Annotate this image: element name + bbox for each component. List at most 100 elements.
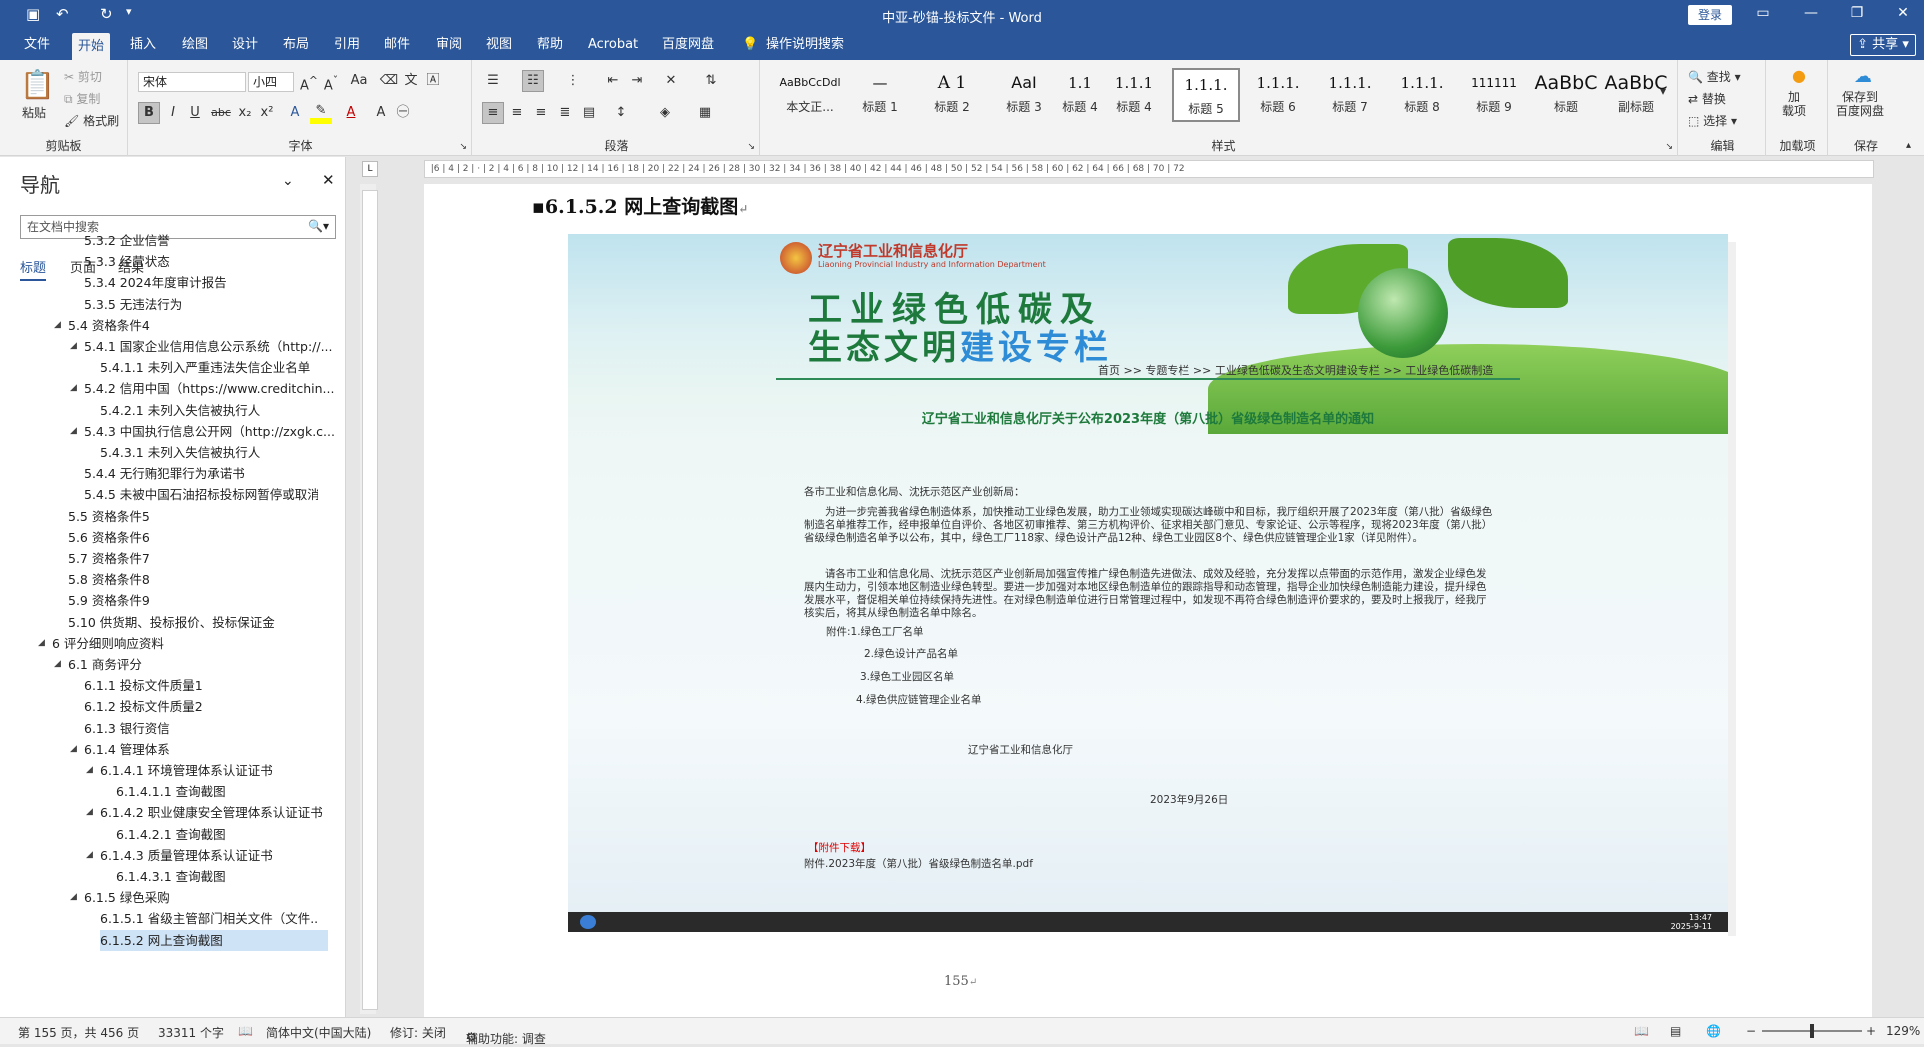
- nav-heading-item[interactable]: 5.6 资格条件6: [68, 527, 318, 548]
- char-border-icon[interactable]: 🄰: [422, 70, 444, 92]
- nav-heading-item[interactable]: 6.1.2 投标文件质量2: [84, 696, 318, 717]
- line-spacing-icon[interactable]: ↕: [610, 102, 632, 124]
- print-layout-icon[interactable]: ▤: [1670, 1024, 1681, 1038]
- tab-file[interactable]: 文件: [18, 30, 56, 60]
- tab-mailings[interactable]: 邮件: [378, 30, 416, 60]
- highlighter-icon[interactable]: ✎: [310, 100, 332, 122]
- nav-heading-item[interactable]: 6.1.5.2 网上查询截图: [100, 929, 328, 951]
- tab-home[interactable]: 开始: [72, 33, 111, 60]
- nav-heading-item[interactable]: ◢ 5.4.2 信用中国（https://www.creditchin...: [70, 378, 334, 399]
- shrink-font-icon[interactable]: Aˇ: [320, 70, 342, 93]
- font-color-icon[interactable]: A: [340, 102, 362, 124]
- nav-heading-item[interactable]: 5.5 资格条件5: [68, 506, 318, 527]
- paste-icon[interactable]: 📋: [20, 68, 55, 101]
- tab-selector-icon[interactable]: L: [362, 161, 378, 177]
- tab-design[interactable]: 设计: [226, 30, 264, 60]
- horizontal-ruler[interactable]: |6 | 4 | 2 | · | 2 | 4 | 6 | 8 | 10 | 12…: [424, 160, 1874, 178]
- nav-heading-item[interactable]: 5.3.5 无违法行为: [84, 294, 318, 315]
- nav-heading-item[interactable]: 6.1.4.2.1 查询截图: [116, 824, 318, 845]
- collapse-ribbon-icon[interactable]: ▴: [1906, 140, 1911, 151]
- phonetic-guide-icon[interactable]: 文: [400, 70, 422, 92]
- increase-indent-icon[interactable]: ⇥: [626, 70, 648, 92]
- style-heading-3[interactable]: AaI 标题 3: [990, 68, 1058, 122]
- collapse-triangle-icon[interactable]: ◢: [86, 845, 93, 866]
- addins-icon[interactable]: ●: [1792, 66, 1806, 85]
- addins-button[interactable]: 加 载项: [1782, 90, 1806, 118]
- decrease-indent-icon[interactable]: ⇤: [602, 70, 624, 92]
- change-case-icon[interactable]: Aa: [348, 70, 370, 92]
- copy-button[interactable]: ⧉ 复制: [64, 90, 100, 107]
- style-heading-7[interactable]: 1.1.1. 标题 7: [1316, 68, 1384, 122]
- style-heading-9[interactable]: 111111 标题 9: [1460, 68, 1528, 122]
- align-left-icon[interactable]: ≡: [482, 102, 504, 124]
- nav-heading-item[interactable]: ◢ 6.1.4 管理体系: [70, 739, 318, 760]
- justify-icon[interactable]: ≣: [554, 102, 576, 124]
- style-heading-4[interactable]: 1.1.1 标题 4: [1100, 68, 1168, 122]
- save-to-baidu-button[interactable]: 保存到 百度网盘: [1836, 90, 1884, 118]
- cut-button[interactable]: ✂ 剪切: [64, 68, 102, 85]
- baidu-cloud-icon[interactable]: ☁: [1854, 66, 1872, 87]
- nav-heading-item[interactable]: 5.3.2 企业信誉: [84, 230, 318, 251]
- nav-options-icon[interactable]: ⌄: [282, 173, 294, 189]
- paste-button[interactable]: 粘贴: [22, 104, 46, 121]
- nav-tab-headings[interactable]: 标题: [20, 257, 47, 281]
- nav-heading-item[interactable]: 5.7 资格条件7: [68, 548, 318, 569]
- italic-icon[interactable]: I: [162, 102, 184, 124]
- style-heading-8[interactable]: 1.1.1. 标题 8: [1388, 68, 1456, 122]
- text-effects-icon[interactable]: A: [284, 102, 306, 124]
- tab-draw[interactable]: 绘图: [176, 30, 214, 60]
- tab-acrobat[interactable]: Acrobat: [582, 30, 644, 60]
- multilevel-list-icon[interactable]: ⋮: [562, 70, 584, 92]
- document-page[interactable]: ▪6.1.5.2 网上查询截图↵ 辽宁省工业和信息化厅 Liaoning Pro…: [424, 184, 1872, 1017]
- nav-heading-item[interactable]: ◢ 6.1.4.2 职业健康安全管理体系认证证书: [86, 802, 323, 823]
- doc-heading[interactable]: ▪6.1.5.2 网上查询截图↵: [532, 192, 748, 219]
- word-count[interactable]: 33311 个字: [158, 1024, 224, 1041]
- collapse-triangle-icon[interactable]: ◢: [54, 654, 61, 675]
- tell-me-search[interactable]: 操作说明搜索: [760, 30, 850, 60]
- close-window-icon[interactable]: ✕: [1888, 5, 1918, 21]
- embedded-screenshot[interactable]: 辽宁省工业和信息化厅 Liaoning Provincial Industry …: [568, 234, 1728, 932]
- nav-heading-item[interactable]: ◢ 6.1.4.1 环境管理体系认证证书: [86, 760, 318, 781]
- zoom-level[interactable]: 129%: [1886, 1024, 1920, 1038]
- nav-heading-item[interactable]: 6.1.5.1 省级主管部门相关文件（文件...: [100, 908, 318, 929]
- read-mode-icon[interactable]: 📖: [1634, 1024, 1649, 1038]
- nav-heading-item[interactable]: 6.1.1 投标文件质量1: [84, 675, 318, 696]
- font-size-combo[interactable]: 小四: [248, 72, 294, 92]
- nav-heading-item[interactable]: ◢ 5.4.1 国家企业信用信息公示系统（http://...: [70, 336, 333, 357]
- distributed-icon[interactable]: ▤: [578, 102, 600, 124]
- page-count[interactable]: 第 155 页，共 456 页: [18, 1024, 139, 1041]
- style-title[interactable]: AaBbC 标题: [1532, 68, 1600, 122]
- nav-heading-item[interactable]: 5.4.3.1 未列入失信被执行人: [100, 442, 318, 463]
- enclose-char-icon[interactable]: ㊀: [392, 102, 414, 124]
- collapse-triangle-icon[interactable]: ◢: [70, 336, 77, 357]
- proofing-icon[interactable]: 📖: [238, 1024, 253, 1038]
- nav-heading-item[interactable]: ◢ 6.1 商务评分: [54, 654, 318, 675]
- collapse-triangle-icon[interactable]: ◢: [70, 887, 77, 908]
- ribbon-display-icon[interactable]: ▭: [1748, 5, 1778, 21]
- sort-icon[interactable]: ⇅: [700, 70, 722, 92]
- nav-heading-item[interactable]: 5.8 资格条件8: [68, 569, 318, 590]
- replace-button[interactable]: ⇄ 替换: [1688, 90, 1726, 107]
- nav-heading-item[interactable]: ◢ 6.1.4.3 质量管理体系认证证书: [86, 845, 318, 866]
- style-normal[interactable]: AaBbCcDdl 本文正...: [776, 68, 844, 122]
- collapse-triangle-icon[interactable]: ◢: [86, 760, 93, 781]
- grow-font-icon[interactable]: A^: [298, 70, 320, 93]
- chinese-layout-icon[interactable]: ✕: [660, 70, 682, 92]
- track-changes-status[interactable]: 修订: 关闭: [390, 1024, 446, 1041]
- language-indicator[interactable]: 简体中文(中国大陆): [266, 1024, 371, 1041]
- minimize-icon[interactable]: —: [1796, 5, 1826, 21]
- style-heading-2[interactable]: A 1 标题 2: [918, 68, 986, 122]
- web-layout-icon[interactable]: 🌐: [1706, 1024, 1721, 1038]
- strikethrough-icon[interactable]: abc: [210, 102, 232, 124]
- shading-icon[interactable]: ◈: [654, 102, 676, 124]
- nav-heading-item[interactable]: ◢ 6.1.5 绿色采购: [70, 887, 318, 908]
- find-button[interactable]: 🔍 查找 ▾: [1688, 68, 1741, 85]
- nav-heading-item[interactable]: 6.1.4.1.1 查询截图: [116, 781, 318, 802]
- select-button[interactable]: ⬚ 选择 ▾: [1688, 112, 1737, 129]
- nav-close-icon[interactable]: ✕: [322, 171, 335, 189]
- nav-heading-item[interactable]: 5.10 供货期、投标报价、投标保证金: [68, 612, 318, 633]
- nav-heading-item[interactable]: 5.9 资格条件9: [68, 590, 318, 611]
- char-shading-icon[interactable]: A: [370, 102, 392, 124]
- collapse-triangle-icon[interactable]: ◢: [38, 633, 45, 654]
- style-heading-4a[interactable]: 1.1 标题 4: [1060, 68, 1100, 122]
